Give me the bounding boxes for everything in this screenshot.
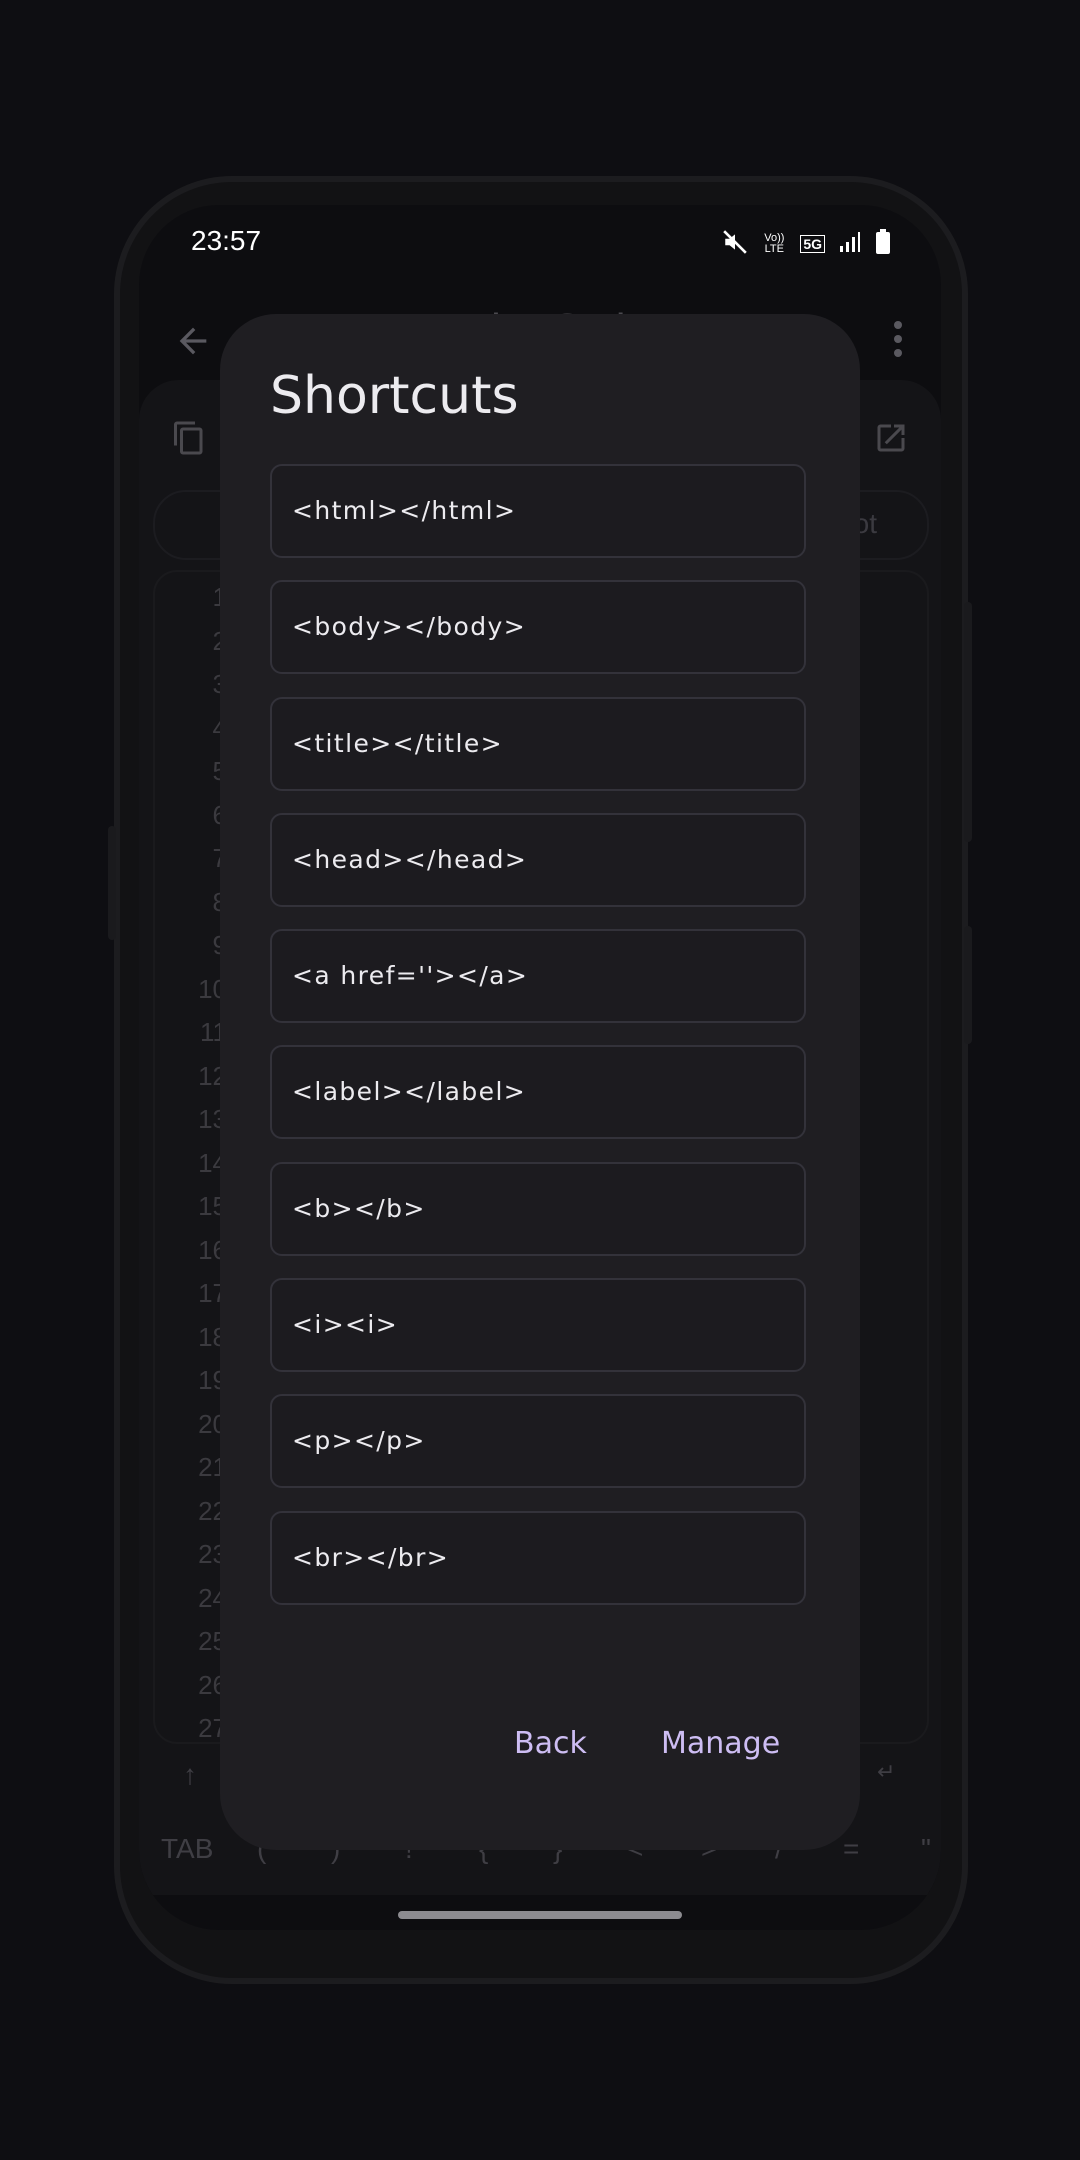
line-number: 10 — [198, 974, 227, 1004]
key-quote[interactable]: " — [921, 1833, 931, 1865]
shortcut-item[interactable]: <label></label> — [270, 1045, 806, 1140]
overflow-menu-icon[interactable] — [893, 315, 903, 363]
phone-side-button — [964, 926, 972, 1044]
line-number: 16 — [198, 1235, 227, 1265]
mute-icon — [722, 229, 748, 258]
line-number: 15 — [198, 1191, 227, 1221]
back-button[interactable]: Back — [514, 1726, 587, 1761]
line-number: 18 — [198, 1322, 227, 1352]
line-number: 25 — [198, 1626, 227, 1656]
shortcut-item[interactable]: <i><i> — [270, 1278, 806, 1373]
line-number: 7 — [157, 843, 227, 874]
status-time: 23:57 — [191, 225, 262, 256]
line-number: 22 — [198, 1496, 227, 1526]
shortcut-label: <title></title> — [292, 728, 503, 758]
dialog-title: Shortcuts — [270, 366, 519, 426]
line-number: 4 — [157, 713, 227, 744]
status-icons: Vo)) LTE 5G — [722, 229, 891, 258]
shortcuts-dialog: Shortcuts <html></html> <body></body> <t… — [220, 314, 860, 1850]
shortcut-label: <br></br> — [292, 1542, 450, 1572]
shortcut-label: <b></b> — [292, 1193, 426, 1223]
manage-button[interactable]: Manage — [661, 1726, 780, 1761]
line-number: 26 — [198, 1670, 227, 1700]
line-number: 5 — [157, 756, 227, 787]
line-number: 19 — [198, 1365, 227, 1395]
key-enter[interactable]: ↵ — [877, 1759, 895, 1785]
line-number: 2 — [157, 626, 227, 657]
shortcut-label: <p></p> — [292, 1426, 426, 1456]
status-bar: 23:57 Vo)) LTE 5G — [139, 205, 941, 285]
signal-icon — [839, 231, 861, 256]
line-number: 3 — [157, 669, 227, 700]
shortcut-item[interactable]: <br></br> — [270, 1510, 806, 1605]
shortcut-item[interactable]: <a href=''></a> — [270, 929, 806, 1024]
shortcut-list: <html></html> <body></body> <title></tit… — [270, 464, 810, 1627]
line-number: 23 — [198, 1539, 227, 1569]
open-external-icon[interactable] — [873, 420, 909, 465]
phone-side-button — [964, 602, 972, 842]
line-number: 1 — [157, 582, 227, 613]
shortcut-label: <label></label> — [292, 1077, 527, 1107]
5g-icon: 5G — [800, 234, 825, 253]
line-number: 24 — [198, 1583, 227, 1613]
line-number: 17 — [198, 1278, 227, 1308]
shortcut-label: <html></html> — [292, 496, 517, 525]
battery-icon — [875, 229, 891, 258]
key-arrow-up[interactable]: ↑ — [183, 1759, 197, 1791]
volte-icon: Vo)) LTE — [764, 231, 785, 255]
line-number: 11 — [200, 1017, 227, 1047]
gesture-bar[interactable] — [398, 1911, 682, 1919]
key-equals[interactable]: = — [843, 1833, 859, 1865]
shortcut-item[interactable]: <body></body> — [270, 580, 806, 675]
line-number: 27 — [198, 1713, 227, 1743]
phone-side-button — [108, 826, 116, 940]
line-number: 9 — [157, 930, 227, 961]
copy-icon[interactable] — [171, 420, 207, 465]
shortcut-item[interactable]: <head></head> — [270, 812, 806, 907]
key-tab[interactable]: TAB — [161, 1833, 213, 1865]
shortcut-label: <i><i> — [292, 1310, 399, 1340]
shortcut-label: <body></body> — [292, 612, 527, 642]
shortcut-item[interactable]: <html></html> — [270, 464, 806, 558]
line-number: 14 — [198, 1148, 227, 1178]
shortcut-item[interactable]: <b></b> — [270, 1161, 806, 1256]
line-number: 8 — [157, 887, 227, 918]
line-number: 20 — [198, 1409, 227, 1439]
line-number: 12 — [198, 1061, 227, 1091]
shortcut-item[interactable]: <title></title> — [270, 696, 806, 791]
line-number: 21 — [198, 1452, 227, 1482]
shortcut-label: <head></head> — [292, 844, 528, 874]
shortcut-label: <a href=''></a> — [292, 961, 529, 991]
line-number: 6 — [157, 800, 227, 831]
line-number: 13 — [198, 1104, 227, 1134]
shortcut-item[interactable]: <p></p> — [270, 1394, 806, 1489]
